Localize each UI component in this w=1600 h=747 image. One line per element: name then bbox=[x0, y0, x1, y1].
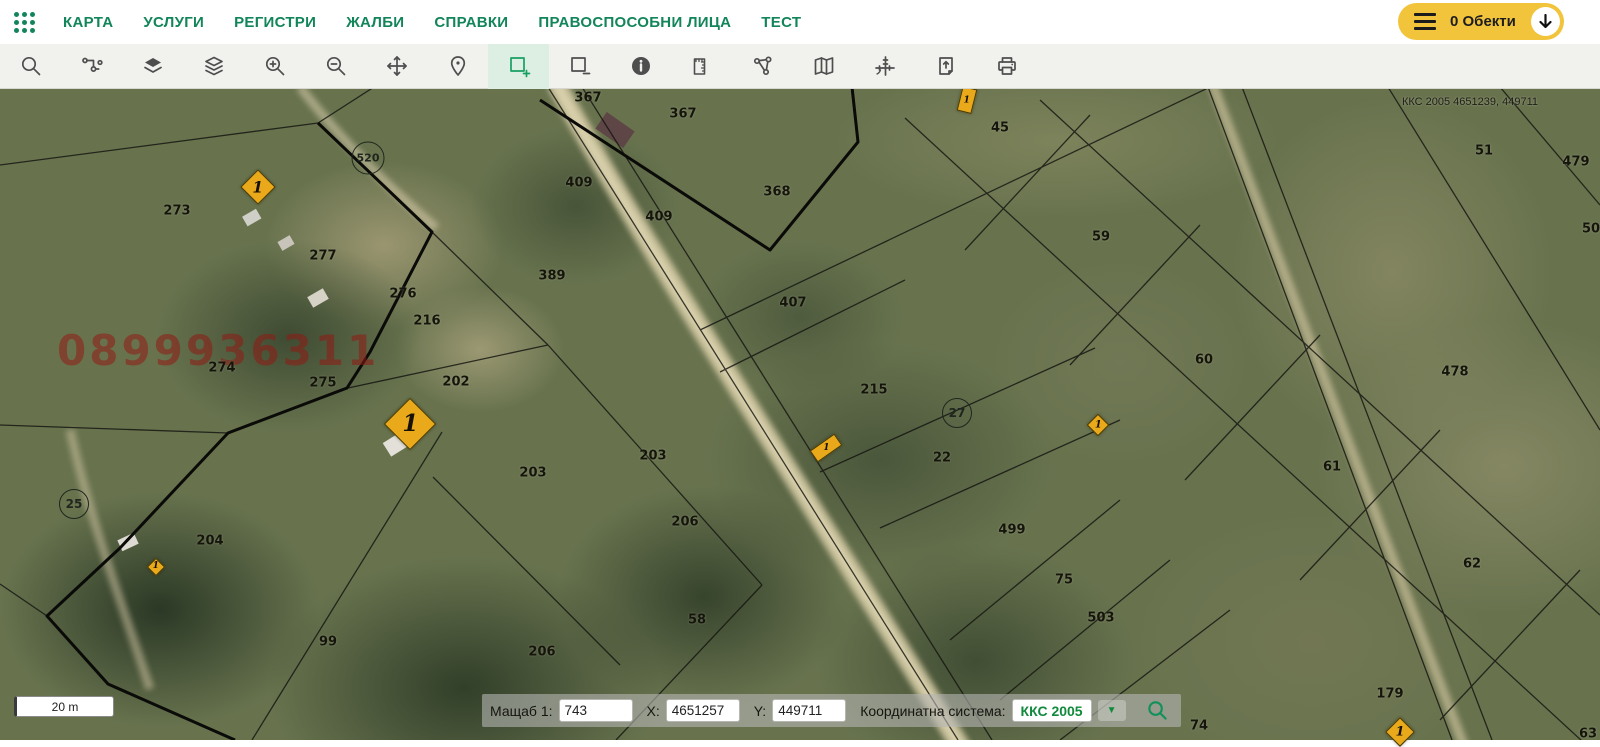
scale-input[interactable] bbox=[559, 699, 633, 722]
scale-bar-label: 20 m bbox=[52, 700, 79, 714]
location-pin-tool-button[interactable] bbox=[427, 44, 488, 89]
object-marker-label: 1 bbox=[1395, 725, 1404, 738]
search-tool-button[interactable] bbox=[0, 44, 61, 89]
objects-pill[interactable]: 0 Обекти bbox=[1398, 3, 1564, 40]
map-statusbar: Мащаб 1: X: Y: Координатна система: ККС … bbox=[482, 694, 1181, 727]
x-input[interactable] bbox=[666, 699, 740, 722]
caret-down-icon: ▼ bbox=[1107, 705, 1117, 716]
crs-select[interactable]: ККС 2005 bbox=[1012, 699, 1092, 722]
axes-tool-button[interactable] bbox=[854, 44, 915, 89]
map-tool-button[interactable] bbox=[793, 44, 854, 89]
objects-count-label: 0 Обекти bbox=[1450, 13, 1516, 30]
select-rect-remove-icon bbox=[568, 54, 592, 78]
location-pin-icon bbox=[446, 54, 470, 78]
nav-item-spravki[interactable]: СПРАВКИ bbox=[434, 14, 508, 31]
arrow-down-icon bbox=[1538, 14, 1553, 30]
zoom-out-tool-button[interactable] bbox=[305, 44, 366, 89]
main-boundary-line bbox=[47, 89, 858, 740]
nav-item-pravosposobni-litsa[interactable]: ПРАВОСПОСОБНИ ЛИЦА bbox=[538, 14, 731, 31]
download-arrow-button[interactable] bbox=[1531, 7, 1560, 36]
scale-bar: 20 m bbox=[14, 696, 114, 717]
nav-menu: КАРТА УСЛУГИ РЕГИСТРИ ЖАЛБИ СПРАВКИ ПРАВ… bbox=[63, 14, 801, 31]
object-marker-label: 1 bbox=[253, 179, 264, 195]
y-input[interactable] bbox=[772, 699, 846, 722]
y-label: Y: bbox=[754, 703, 766, 719]
export-icon bbox=[934, 54, 958, 78]
x-label: X: bbox=[647, 703, 660, 719]
nav-item-karta[interactable]: КАРТА bbox=[63, 14, 113, 31]
top-navbar: КАРТА УСЛУГИ РЕГИСТРИ ЖАЛБИ СПРАВКИ ПРАВ… bbox=[0, 0, 1600, 44]
info-tool-button[interactable] bbox=[610, 44, 671, 89]
select-rect-add-tool-button[interactable] bbox=[488, 44, 549, 89]
print-tool-button[interactable] bbox=[976, 44, 1037, 89]
share-nodes-tool-button[interactable] bbox=[732, 44, 793, 89]
route-tool-button[interactable] bbox=[61, 44, 122, 89]
select-rect-remove-tool-button[interactable] bbox=[549, 44, 610, 89]
pan-tool-button[interactable] bbox=[366, 44, 427, 89]
map-icon bbox=[812, 54, 836, 78]
layers-filled-icon bbox=[141, 54, 165, 78]
apps-grid-icon[interactable] bbox=[14, 12, 35, 33]
object-marker-label: 1 bbox=[402, 413, 418, 436]
crs-label: Координатна система: bbox=[860, 703, 1005, 719]
zoom-in-icon bbox=[263, 54, 287, 78]
search-icon bbox=[19, 54, 43, 78]
crs-caret-button[interactable]: ▼ bbox=[1098, 700, 1126, 721]
measure-tool-button[interactable] bbox=[671, 44, 732, 89]
print-icon bbox=[995, 54, 1019, 78]
export-tool-button[interactable] bbox=[915, 44, 976, 89]
statusbar-search-icon bbox=[1146, 699, 1169, 722]
statusbar-search-button[interactable] bbox=[1146, 699, 1169, 722]
layers-filled-tool-button[interactable] bbox=[122, 44, 183, 89]
object-marker-label: 1 bbox=[823, 444, 829, 453]
cursor-coords-readout: ККС 2005 4651239, 449711 bbox=[1402, 96, 1538, 108]
route-icon bbox=[80, 54, 104, 78]
measure-icon bbox=[690, 54, 714, 78]
nav-item-test[interactable]: ТЕСТ bbox=[761, 14, 801, 31]
share-nodes-icon bbox=[751, 54, 775, 78]
object-marker-label: 1 bbox=[153, 562, 159, 571]
layers-stack-icon bbox=[202, 54, 226, 78]
layers-stack-tool-button[interactable] bbox=[183, 44, 244, 89]
object-marker-label: 1 bbox=[1095, 420, 1102, 430]
map-toolbar bbox=[0, 44, 1600, 89]
nav-item-uslugi[interactable]: УСЛУГИ bbox=[143, 14, 204, 31]
watermark-text: 0899936311 bbox=[57, 326, 379, 375]
info-icon bbox=[629, 54, 653, 78]
zoom-out-icon bbox=[324, 54, 348, 78]
hamburger-icon[interactable] bbox=[1414, 13, 1436, 30]
zoom-in-tool-button[interactable] bbox=[244, 44, 305, 89]
nav-item-registri[interactable]: РЕГИСТРИ bbox=[234, 14, 316, 31]
nav-item-zhalbi[interactable]: ЖАЛБИ bbox=[346, 14, 404, 31]
pan-icon bbox=[385, 54, 409, 78]
axes-icon bbox=[873, 54, 897, 78]
object-marker-label: 1 bbox=[964, 95, 970, 104]
scale-label: Мащаб 1: bbox=[490, 703, 553, 719]
select-rect-add-icon bbox=[507, 54, 531, 78]
app-window: КАРТА УСЛУГИ РЕГИСТРИ ЖАЛБИ СПРАВКИ ПРАВ… bbox=[0, 0, 1600, 740]
